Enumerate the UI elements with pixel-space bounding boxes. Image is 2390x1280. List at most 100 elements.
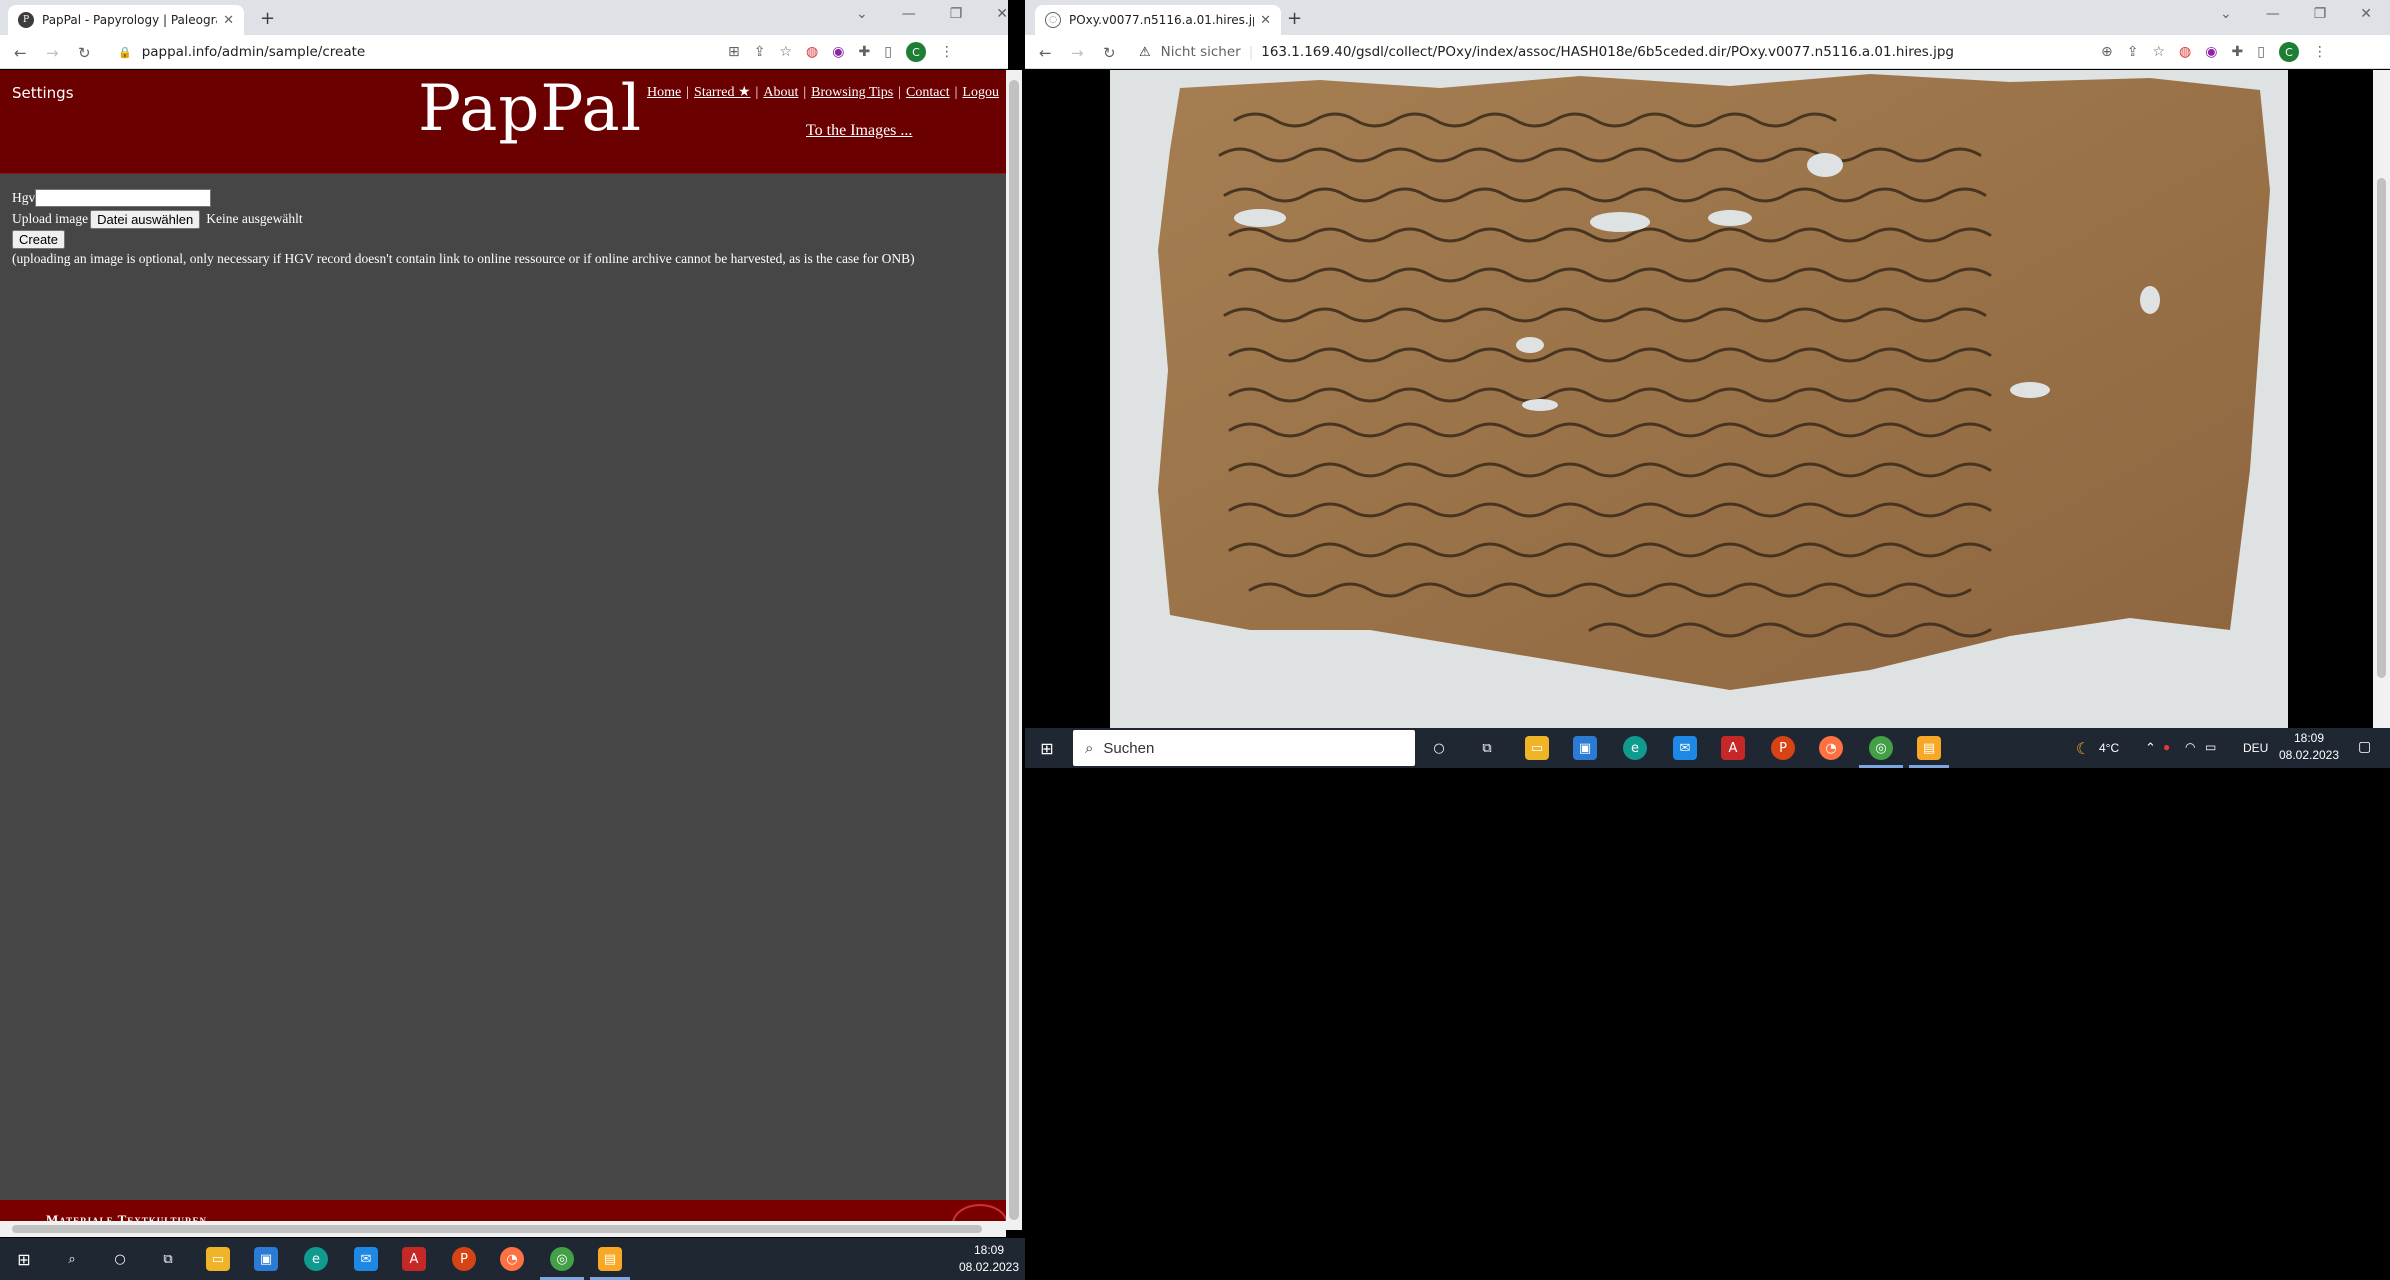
extension-red-icon[interactable]: ◍ [2179, 44, 2191, 60]
new-tab-button[interactable]: + [1287, 8, 1302, 29]
battery-icon[interactable]: ▭ [2205, 739, 2216, 756]
share-icon[interactable]: ⇪ [2127, 44, 2139, 60]
reload-icon[interactable]: ↻ [78, 44, 91, 62]
left-vertical-scrollbar[interactable] [1006, 70, 1022, 1230]
file-explorer-icon[interactable]: ▭ [1525, 736, 1549, 760]
papyrus-image[interactable] [1110, 70, 2288, 728]
store-icon[interactable]: ▣ [254, 1247, 278, 1271]
menu-kebab-icon[interactable]: ⋮ [940, 44, 954, 60]
chrome-icon[interactable]: ◎ [1869, 736, 1893, 760]
zoom-icon[interactable]: ⊕ [2101, 44, 2113, 60]
share-icon[interactable]: ⇪ [754, 44, 766, 60]
sticky-notes-icon[interactable]: ▤ [598, 1247, 622, 1271]
bookmark-star-icon[interactable]: ☆ [2152, 44, 2165, 60]
tray-app-icon[interactable]: ● [2163, 739, 2170, 756]
sidebar-icon[interactable]: ▯ [884, 44, 892, 60]
edge-icon[interactable]: e [1623, 736, 1647, 760]
left-vertical-scroll-thumb[interactable] [1009, 80, 1019, 1220]
restore-icon[interactable]: ❐ [2314, 6, 2327, 22]
file-explorer-icon[interactable]: ▭ [206, 1247, 230, 1271]
cortana-icon[interactable]: ○ [1427, 736, 1451, 760]
not-secure-label[interactable]: Nicht sicher [1161, 44, 1241, 60]
to-the-images-link[interactable]: To the Images ... [806, 122, 912, 140]
nav-home[interactable]: Home [647, 85, 681, 100]
cortana-icon[interactable]: ○ [108, 1247, 132, 1271]
chrome-icon[interactable]: ◎ [550, 1247, 574, 1271]
mail-icon[interactable]: ✉ [1673, 736, 1697, 760]
hgv-input[interactable] [35, 189, 212, 207]
windows-start-icon[interactable]: ⊞ [1035, 736, 1059, 760]
right-toolbar: ← → ↻ ⚠ Nicht sicher | 163.1.169.40/gsdl… [1025, 35, 2390, 69]
choose-file-button[interactable]: Datei auswählen [90, 209, 201, 229]
taskbar-search-box[interactable]: ⌕ Suchen [1073, 730, 1415, 766]
extension-red-icon[interactable]: ◍ [806, 44, 818, 60]
nav-about[interactable]: About [763, 85, 798, 100]
task-view-icon[interactable]: ⧉ [1475, 736, 1499, 760]
edge-icon[interactable]: e [304, 1247, 328, 1271]
menu-kebab-icon[interactable]: ⋮ [2313, 44, 2327, 60]
close-tab-icon[interactable]: ✕ [223, 13, 234, 28]
warning-icon[interactable]: ⚠ [1139, 45, 1151, 60]
tab-search-chevron-icon[interactable]: ⌄ [856, 6, 868, 22]
restore-icon[interactable]: ❐ [950, 6, 963, 22]
tray-chevron-icon[interactable]: ⌃ [2145, 739, 2156, 756]
right-vertical-scrollbar[interactable] [2373, 70, 2390, 728]
nav-logout[interactable]: Logou [962, 85, 999, 100]
weather-moon-icon[interactable]: ☾ [2071, 736, 2095, 760]
nav-starred[interactable]: Starred ★ [694, 85, 750, 100]
translate-icon[interactable]: ⊞ [728, 44, 740, 60]
new-tab-button[interactable]: + [260, 8, 275, 29]
sticky-notes-icon[interactable]: ▤ [1917, 736, 1941, 760]
top-clock[interactable]: 18:09 08.02.2023 [2274, 730, 2344, 764]
right-vertical-scroll-thumb[interactable] [2377, 178, 2386, 678]
minimize-icon[interactable]: — [2266, 6, 2280, 22]
acrobat-icon[interactable]: A [1721, 736, 1745, 760]
firefox-icon[interactable]: ◔ [500, 1247, 524, 1271]
extensions-puzzle-icon[interactable]: ✚ [2231, 44, 2243, 60]
top-clock-date: 08.02.2023 [2278, 748, 2340, 762]
forward-icon[interactable]: → [46, 44, 59, 62]
weather-temperature[interactable]: 4°C [2099, 740, 2119, 757]
tab-search-chevron-icon[interactable]: ⌄ [2220, 6, 2232, 22]
profile-avatar[interactable]: C [905, 42, 926, 62]
left-active-tab[interactable]: P PapPal - Papyrology | Paleograph ✕ [8, 5, 244, 35]
powerpoint-icon[interactable]: P [452, 1247, 476, 1271]
extension-purple-icon[interactable]: ◉ [832, 44, 844, 60]
right-active-tab[interactable]: ◌ POxy.v0077.n5116.a.01.hires.jpg ✕ [1035, 5, 1281, 35]
forward-icon[interactable]: → [1071, 44, 1084, 62]
create-button[interactable]: Create [12, 229, 66, 249]
lock-icon[interactable]: 🔒 [118, 46, 132, 59]
left-horizontal-scrollbar[interactable] [0, 1221, 1006, 1237]
settings-link[interactable]: Settings [12, 84, 74, 102]
windows-start-icon[interactable]: ⊞ [12, 1247, 36, 1271]
mail-icon[interactable]: ✉ [354, 1247, 378, 1271]
search-icon[interactable]: ⌕ [60, 1247, 84, 1271]
left-horizontal-scroll-thumb[interactable] [12, 1225, 982, 1233]
task-view-icon[interactable]: ⧉ [156, 1247, 180, 1271]
bottom-clock[interactable]: 18:09 08.02.2023 [958, 1242, 1020, 1276]
close-window-icon[interactable]: ✕ [996, 6, 1008, 22]
notifications-icon[interactable]: ▢ [2358, 738, 2371, 755]
back-icon[interactable]: ← [14, 44, 27, 62]
minimize-icon[interactable]: — [902, 6, 916, 22]
close-window-icon[interactable]: ✕ [2360, 6, 2372, 22]
right-address-bar[interactable]: ⚠ Nicht sicher | 163.1.169.40/gsdl/colle… [1139, 39, 2099, 65]
close-tab-icon[interactable]: ✕ [1260, 13, 1271, 28]
profile-avatar[interactable]: C [2278, 42, 2299, 62]
network-icon[interactable]: ◠ [2185, 739, 2195, 756]
acrobat-icon[interactable]: A [402, 1247, 426, 1271]
powerpoint-icon[interactable]: P [1771, 736, 1795, 760]
sidebar-icon[interactable]: ▯ [2257, 44, 2265, 60]
pappal-logo[interactable]: PapPal [418, 72, 642, 146]
store-icon[interactable]: ▣ [1573, 736, 1597, 760]
extension-purple-icon[interactable]: ◉ [2205, 44, 2217, 60]
reload-icon[interactable]: ↻ [1103, 44, 1116, 62]
nav-contact[interactable]: Contact [906, 85, 950, 100]
nav-browsing-tips[interactable]: Browsing Tips [811, 85, 893, 100]
extensions-puzzle-icon[interactable]: ✚ [858, 44, 870, 60]
back-icon[interactable]: ← [1039, 44, 1052, 62]
bookmark-star-icon[interactable]: ☆ [779, 44, 792, 60]
left-address-bar[interactable]: 🔒 pappal.info/admin/sample/create [118, 39, 718, 65]
input-language[interactable]: DEU [2243, 740, 2268, 757]
firefox-icon[interactable]: ◔ [1819, 736, 1843, 760]
